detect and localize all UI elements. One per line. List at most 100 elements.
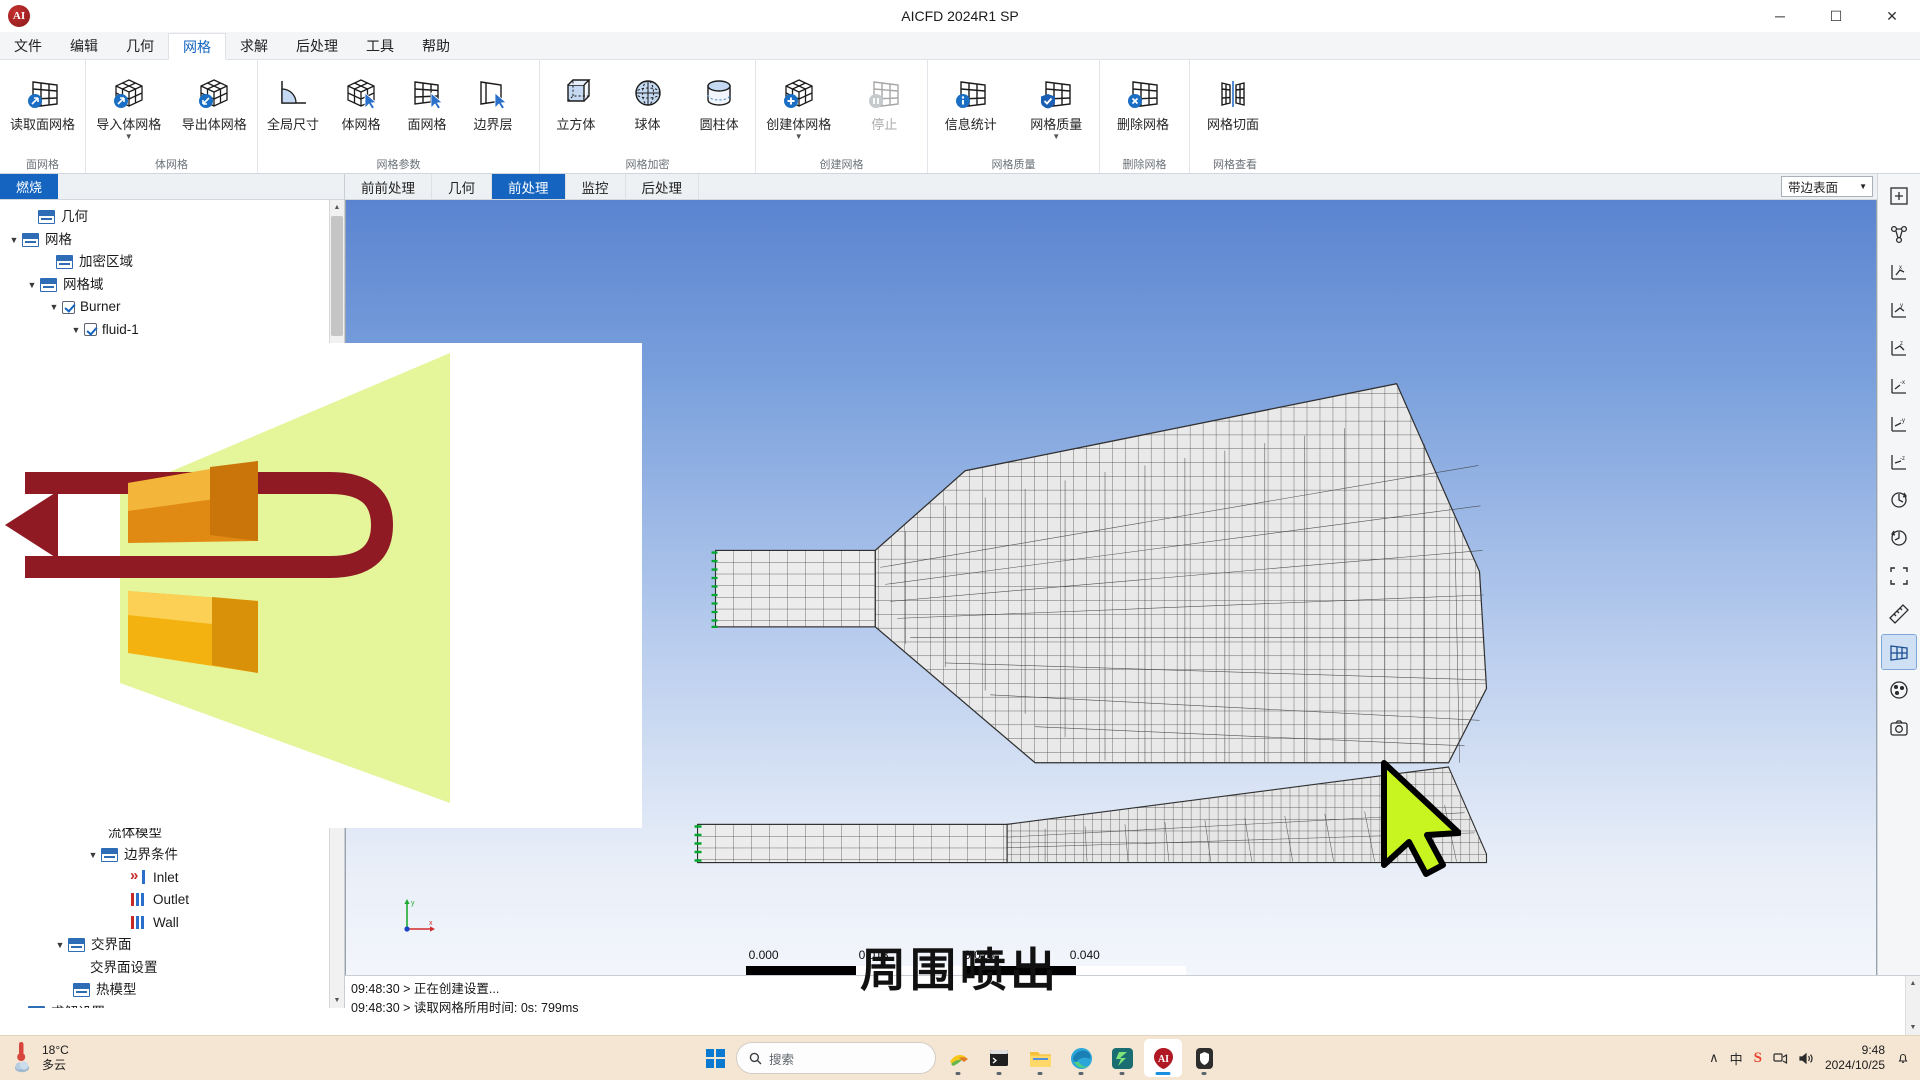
view-xy-icon[interactable]: x — [1881, 254, 1917, 290]
menu-mesh[interactable]: 网格 — [168, 33, 226, 60]
view-zx-icon[interactable]: z — [1881, 330, 1917, 366]
tree-item-thermal-model[interactable]: 热模型 — [0, 979, 344, 1002]
menu-edit[interactable]: 编辑 — [56, 32, 112, 59]
mesh-quality-button[interactable]: 网格质量 ▼ — [1014, 66, 1100, 141]
tree-item-mesh-domain[interactable]: ▼ 网格域 — [0, 274, 344, 297]
taskbar-search-box[interactable]: 搜索 — [736, 1042, 936, 1074]
tree-twisty-expanded[interactable]: ▼ — [85, 850, 101, 860]
tree-item-boundary-conditions[interactable]: ▼ 边界条件 — [0, 844, 344, 867]
delete-mesh-button[interactable]: 删除网格 — [1100, 66, 1186, 132]
close-button[interactable]: ✕ — [1864, 0, 1920, 32]
tree-item-interface[interactable]: ▼ 交界面 — [0, 934, 344, 957]
taskbar-app-green[interactable] — [1103, 1039, 1141, 1077]
ime-indicator-icon[interactable]: 中 — [1730, 1049, 1743, 1068]
taskbar-app-edge[interactable] — [1062, 1039, 1100, 1077]
tree-twisty-expanded[interactable]: ▼ — [52, 940, 68, 950]
taskbar-app-aicfd[interactable]: AI — [1144, 1039, 1182, 1077]
screenshot-icon[interactable] — [1881, 710, 1917, 746]
mesh-view-icon[interactable] — [1881, 634, 1917, 670]
boundary-layer-button[interactable]: 边界层 — [460, 66, 526, 132]
global-size-button[interactable]: 全局尺寸 — [258, 66, 328, 132]
cylinder-refine-button[interactable]: 圆柱体 — [683, 66, 755, 132]
sphere-refine-button[interactable]: 球体 — [612, 66, 684, 132]
read-face-mesh-button[interactable]: 读取面网格 — [0, 66, 85, 132]
volume-icon[interactable] — [1799, 1052, 1814, 1065]
taskbar-app-security[interactable] — [1185, 1039, 1223, 1077]
maximize-button[interactable]: ☐ — [1808, 0, 1864, 32]
mesh-section-button[interactable]: 网格切面 — [1190, 66, 1276, 132]
chevron-down-icon[interactable]: ▼ — [125, 133, 133, 141]
export-volume-mesh-button[interactable]: 导出体网格 — [172, 66, 258, 132]
scroll-up-icon[interactable]: ▲ — [330, 200, 344, 215]
rotate-cw-icon[interactable] — [1881, 482, 1917, 518]
fit-view-icon[interactable] — [1881, 178, 1917, 214]
menu-solve[interactable]: 求解 — [226, 32, 282, 59]
tab-monitor[interactable]: 监控 — [566, 174, 626, 199]
green-app-icon — [1111, 1047, 1133, 1069]
scroll-up-icon[interactable]: ▲ — [1906, 976, 1920, 991]
view-neg-x-icon[interactable]: -x — [1881, 368, 1917, 404]
sogou-ime-icon[interactable]: S — [1754, 1050, 1762, 1067]
tree-twisty-expanded[interactable]: ▼ — [24, 280, 40, 290]
taskbar-app-terminal[interactable] — [980, 1039, 1018, 1077]
menu-tools[interactable]: 工具 — [352, 32, 408, 59]
display-mode-select[interactable]: 带边表面 ▼ — [1781, 176, 1873, 197]
chevron-down-icon[interactable]: ▼ — [1859, 182, 1867, 191]
tab-geometry[interactable]: 几何 — [432, 174, 492, 199]
tab-preprocess[interactable]: 前处理 — [492, 174, 566, 199]
menu-help[interactable]: 帮助 — [408, 32, 464, 59]
menu-geometry[interactable]: 几何 — [112, 32, 168, 59]
taskbar-app-file-explorer[interactable] — [1021, 1039, 1059, 1077]
view-neg-y-icon[interactable]: -y — [1881, 406, 1917, 442]
scroll-down-icon[interactable]: ▼ — [1906, 1020, 1920, 1035]
import-volume-mesh-button[interactable]: 导入体网格 ▼ — [86, 66, 172, 141]
console-scrollbar[interactable]: ▲ ▼ — [1905, 976, 1920, 1035]
rotate-ccw-icon[interactable] — [1881, 520, 1917, 556]
project-tab-row: 燃烧 — [0, 174, 344, 200]
tree-item-geometry[interactable]: 几何 — [0, 206, 344, 229]
tree-checkbox[interactable] — [62, 300, 75, 314]
minimize-button[interactable]: ─ — [1752, 0, 1808, 32]
face-mesh-button[interactable]: 面网格 — [394, 66, 460, 132]
tree-checkbox[interactable] — [84, 323, 97, 337]
menu-postprocess[interactable]: 后处理 — [282, 32, 352, 59]
console-log[interactable]: 09:48:30 > 正在创建设置... 09:48:30 > 读取网格所用时间… — [345, 975, 1920, 1035]
create-volume-mesh-button[interactable]: 创建体网格 ▼ — [756, 66, 842, 141]
chevron-down-icon[interactable]: ▼ — [1052, 133, 1060, 141]
weather-widget[interactable]: 18°C 多云 — [14, 1041, 69, 1075]
tree-item-solver-settings[interactable]: 求解设置 — [0, 1002, 344, 1008]
tree-twisty-expanded[interactable]: ▼ — [68, 325, 84, 335]
tree-twisty-expanded[interactable]: ▼ — [46, 302, 62, 312]
tray-chevron-up-icon[interactable]: ∧ — [1709, 1050, 1719, 1066]
tree-item-mesh[interactable]: ▼ 网格 — [0, 229, 344, 252]
tree-item-interface-settings[interactable]: 交界面设置 — [0, 957, 344, 980]
taskbar-app-paint[interactable] — [939, 1039, 977, 1077]
tree-twisty-expanded[interactable]: ▼ — [6, 235, 22, 245]
chevron-down-icon[interactable]: ▼ — [795, 133, 803, 141]
notification-bell-icon[interactable] — [1896, 1051, 1910, 1065]
tree-item-refine-region[interactable]: 加密区域 — [0, 251, 344, 274]
rotate-view-icon[interactable] — [1881, 216, 1917, 252]
tree-item-outlet[interactable]: Outlet — [0, 889, 344, 912]
zoom-fit-icon[interactable] — [1881, 558, 1917, 594]
tree-item-burner[interactable]: ▼ Burner — [0, 296, 344, 319]
tree-item-inlet[interactable]: Inlet — [0, 867, 344, 890]
measure-ruler-icon[interactable] — [1881, 596, 1917, 632]
start-button[interactable] — [697, 1040, 733, 1076]
menu-file[interactable]: 文件 — [0, 32, 56, 59]
tree-item-wall[interactable]: Wall — [0, 912, 344, 935]
view-yz-icon[interactable]: y — [1881, 292, 1917, 328]
view-neg-z-icon[interactable]: -z — [1881, 444, 1917, 480]
tree-item-fluid-1[interactable]: ▼ fluid-1 — [0, 319, 344, 342]
info-statistics-button[interactable]: 信息统计 — [928, 66, 1014, 132]
taskbar-clock[interactable]: 9:48 2024/10/25 — [1825, 1043, 1885, 1073]
volume-mesh-button[interactable]: 体网格 — [328, 66, 394, 132]
network-icon[interactable] — [1773, 1052, 1788, 1065]
tab-pre-pre-process[interactable]: 前前处理 — [345, 174, 432, 199]
box-refine-button[interactable]: 立方体 — [540, 66, 612, 132]
project-tab-combustion[interactable]: 燃烧 — [0, 174, 59, 199]
scroll-down-icon[interactable]: ▼ — [330, 993, 344, 1008]
scroll-thumb[interactable] — [331, 216, 343, 336]
tab-postprocess[interactable]: 后处理 — [626, 174, 699, 199]
color-palette-icon[interactable] — [1881, 672, 1917, 708]
